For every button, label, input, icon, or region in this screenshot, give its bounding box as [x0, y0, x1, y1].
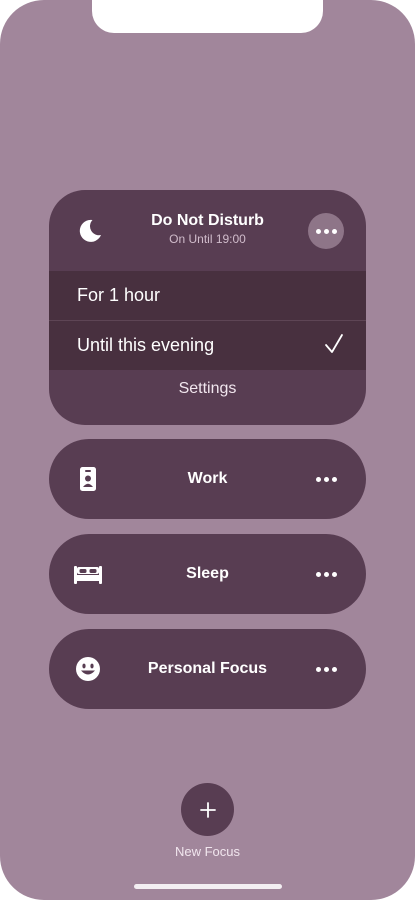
ellipsis-icon — [311, 469, 341, 489]
ellipsis-icon — [315, 228, 337, 234]
option-until-this-evening[interactable]: Until this evening — [49, 321, 366, 370]
do-not-disturb-header[interactable]: Do Not Disturb On Until 19:00 — [49, 190, 366, 270]
personal-focus-more-button[interactable] — [311, 659, 341, 679]
plus-icon — [199, 801, 216, 818]
ellipsis-icon — [311, 564, 341, 584]
device-notch — [92, 0, 323, 33]
focus-mode-work[interactable]: Work — [49, 439, 366, 519]
option-label: Until this evening — [77, 335, 215, 355]
focus-mode-personal[interactable]: Personal Focus — [49, 629, 366, 709]
option-label: For 1 hour — [77, 285, 161, 305]
option-for-1-hour[interactable]: For 1 hour — [49, 271, 366, 320]
do-not-disturb-more-button[interactable] — [308, 213, 344, 249]
settings-button[interactable]: Settings — [49, 380, 366, 398]
focus-screen: Do Not Disturb On Until 19:00 For 1 hour… — [0, 0, 415, 900]
do-not-disturb-card: Do Not Disturb On Until 19:00 For 1 hour… — [49, 190, 366, 425]
ellipsis-icon — [311, 659, 341, 679]
sleep-more-button[interactable] — [311, 564, 341, 584]
focus-mode-sleep[interactable]: Sleep — [49, 534, 366, 614]
checkmark-icon — [325, 334, 343, 353]
work-more-button[interactable] — [311, 469, 341, 489]
new-focus-label: New Focus — [174, 844, 241, 859]
home-indicator[interactable] — [134, 884, 282, 889]
new-focus-button[interactable] — [181, 783, 234, 836]
